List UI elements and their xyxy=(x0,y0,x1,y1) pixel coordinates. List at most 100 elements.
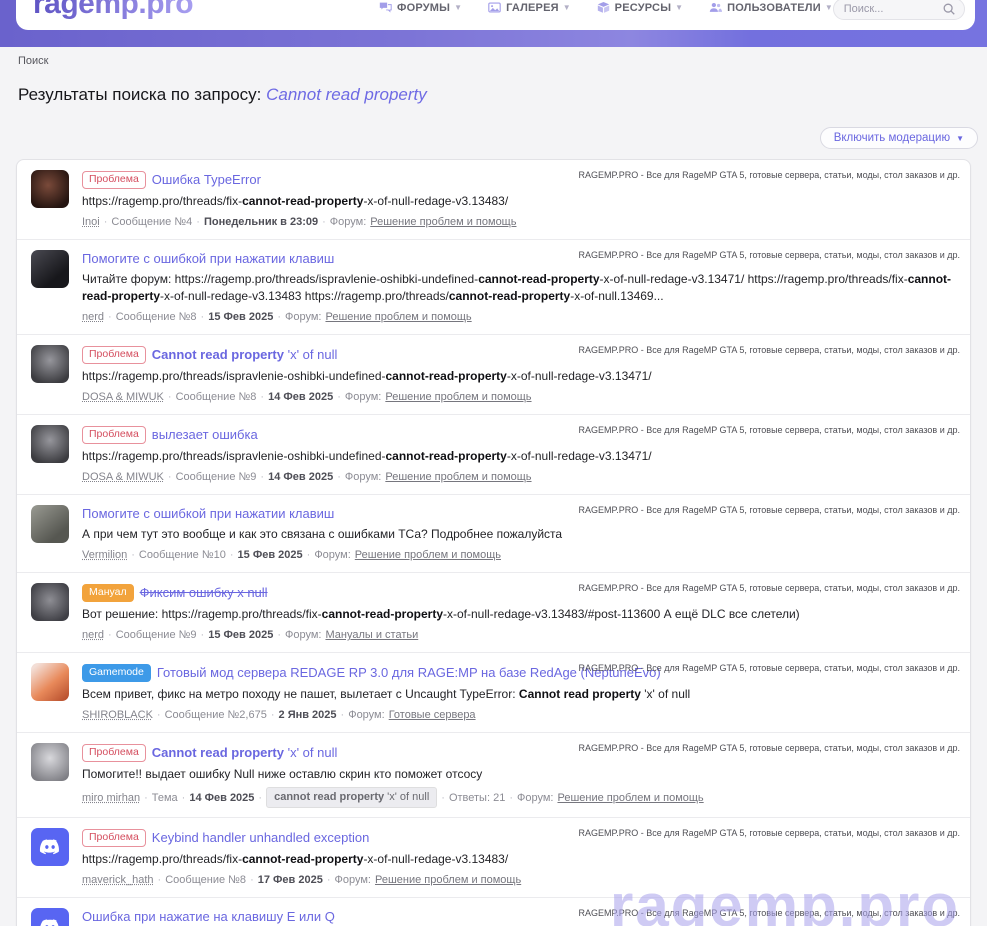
result-snippet: А при чем тут это вообще и как это связа… xyxy=(82,526,958,543)
promo-text: RAGEMP.PRO - Все для RageMP GTA 5, готов… xyxy=(578,583,960,593)
result-meta: Inoi·Сообщение №4·Понедельник в 23:09·Фо… xyxy=(82,214,958,230)
result-date: 14 Фев 2025 xyxy=(189,790,254,806)
result-avatar-vermilion[interactable] xyxy=(31,505,69,543)
chevron-down-icon: ▼ xyxy=(675,3,683,12)
result-meta: maverick_hath·Сообщение №8·17 Фев 2025·Ф… xyxy=(82,872,958,888)
result-forum-link[interactable]: Решение проблем и помощь xyxy=(355,547,501,563)
chevron-down-icon: ▼ xyxy=(454,3,462,12)
result-snippet: https://ragemp.pro/threads/ispravlenie-o… xyxy=(82,368,958,385)
result-forum-link[interactable]: Мануалы и статьи xyxy=(325,627,418,643)
result-forum-link[interactable]: Решение проблем и помощь xyxy=(385,469,531,485)
result-meta-text: Сообщение №9 xyxy=(116,627,197,643)
result-avatar-dosa[interactable] xyxy=(31,425,69,463)
resources-icon xyxy=(597,1,610,14)
nav-item-label: ПОЛЬЗОВАТЕЛИ xyxy=(727,2,821,14)
result-avatar-discord[interactable] xyxy=(31,828,69,866)
result-meta: DOSA & MIWUK·Сообщение №8·14 Фев 2025·Фо… xyxy=(82,389,958,405)
forum-label: Форум: xyxy=(330,214,366,230)
result-meta: miro mirhan·Тема·14 Фев 2025·cannot read… xyxy=(82,787,958,808)
users-icon xyxy=(709,1,722,14)
result-meta: Vermilion·Сообщение №10·15 Фев 2025·Фору… xyxy=(82,547,958,563)
result-title-link[interactable]: Cannot read property 'x' of null xyxy=(152,347,338,363)
result-forum-link[interactable]: Решение проблем и помощь xyxy=(370,214,516,230)
result-tag[interactable]: cannot read property 'x' of null xyxy=(266,787,437,808)
result-row: Проблема Keybind handler unhandled excep… xyxy=(17,818,970,898)
result-author-link[interactable]: DOSA & MIWUK xyxy=(82,469,164,485)
result-badge: Мануал xyxy=(82,584,134,602)
result-snippet: https://ragemp.pro/threads/fix-cannot-re… xyxy=(82,851,958,868)
result-row: Ошибка при нажатие на клавишу E или Q th… xyxy=(17,898,970,926)
result-snippet: Читайте форум: https://ragemp.pro/thread… xyxy=(82,271,958,305)
result-avatar-dosa[interactable] xyxy=(31,345,69,383)
result-avatar-discord[interactable] xyxy=(31,908,69,926)
result-title-link[interactable]: Cannot read property 'x' of null xyxy=(152,745,338,761)
result-meta: nerd·Сообщение №8·15 Фев 2025·Форум:Реше… xyxy=(82,309,958,325)
result-badge: Проблема xyxy=(82,346,146,364)
promo-text: RAGEMP.PRO - Все для RageMP GTA 5, готов… xyxy=(578,425,960,435)
result-avatar-shiro[interactable] xyxy=(31,663,69,701)
result-date: 15 Фев 2025 xyxy=(208,627,273,643)
result-row: Проблема вылезает ошибка https://ragemp.… xyxy=(17,415,970,495)
result-date: 15 Фев 2025 xyxy=(238,547,303,563)
result-title-link[interactable]: Keybind handler unhandled exception xyxy=(152,830,370,846)
result-row: Gamemode Готовый мод сервера REDAGE RP 3… xyxy=(17,653,970,733)
result-title-link[interactable]: Помогите с ошибкой при нажатии клавиш xyxy=(82,506,334,522)
result-snippet: Вот решение: https://ragemp.pro/threads/… xyxy=(82,606,958,623)
result-author-link[interactable]: Vermilion xyxy=(82,547,127,563)
nav-item-4[interactable]: ПОЛЬЗОВАТЕЛИ ▼ xyxy=(709,1,833,14)
result-avatar-inoi[interactable] xyxy=(31,170,69,208)
main-nav: ФОРУМЫ▼ГАЛЕРЕЯ▼РЕСУРСЫ▼ПОЛЬЗОВАТЕЛИ▼ xyxy=(379,1,833,14)
result-forum-link[interactable]: Решение проблем и помощь xyxy=(385,389,531,405)
site-logo[interactable]: ragemp.pro xyxy=(33,0,193,21)
search-results-list: Проблема Ошибка TypeError https://ragemp… xyxy=(16,159,971,926)
result-title-link[interactable]: Ошибка TypeError xyxy=(152,172,261,188)
search-input[interactable] xyxy=(844,3,942,15)
result-title-link[interactable]: Фиксим ошибку x null xyxy=(140,585,268,601)
nav-item-3[interactable]: РЕСУРСЫ▼ xyxy=(597,1,683,14)
search-icon[interactable] xyxy=(942,2,956,16)
result-author-link[interactable]: maverick_hath xyxy=(82,872,154,888)
result-author-link[interactable]: miro mirhan xyxy=(82,790,140,806)
enable-moderation-button[interactable]: Включить модерацию▼ xyxy=(820,127,978,149)
result-forum-link[interactable]: Решение проблем и помощь xyxy=(557,790,703,806)
result-author-link[interactable]: Inoi xyxy=(82,214,100,230)
breadcrumb[interactable]: Поиск xyxy=(18,55,987,67)
result-title-link[interactable]: Ошибка при нажатие на клавишу E или Q xyxy=(82,909,335,925)
result-forum-link[interactable]: Решение проблем и помощь xyxy=(325,309,471,325)
chevron-down-icon: ▼ xyxy=(825,3,833,12)
result-author-link[interactable]: nerd xyxy=(82,627,104,643)
result-forum-link[interactable]: Решение проблем и помощь xyxy=(375,872,521,888)
result-avatar-nerd[interactable] xyxy=(31,250,69,288)
result-author-link[interactable]: DOSA & MIWUK xyxy=(82,389,164,405)
result-row: Проблема Cannot read property 'x' of nul… xyxy=(17,733,970,818)
promo-text: RAGEMP.PRO - Все для RageMP GTA 5, готов… xyxy=(578,828,960,838)
nav-item-2[interactable]: ГАЛЕРЕЯ▼ xyxy=(488,1,571,14)
result-meta-text: Сообщение №4 xyxy=(111,214,192,230)
page-title: Результаты поиска по запросу: Cannot rea… xyxy=(18,85,987,105)
result-avatar-miro[interactable] xyxy=(31,743,69,781)
promo-text: RAGEMP.PRO - Все для RageMP GTA 5, готов… xyxy=(578,663,960,673)
nav-item-label: ГАЛЕРЕЯ xyxy=(506,2,559,14)
result-meta: SHIROBLACK·Сообщение №2,675·2 Янв 2025·Ф… xyxy=(82,707,958,723)
result-row: Проблема Cannot read property 'x' of nul… xyxy=(17,335,970,415)
result-snippet: https://ragemp.pro/threads/ispravlenie-o… xyxy=(82,448,958,465)
header-card: ragemp.pro ФОРУМЫ▼ГАЛЕРЕЯ▼РЕСУРСЫ▼ПОЛЬЗО… xyxy=(16,0,975,30)
header-search[interactable] xyxy=(833,0,965,20)
promo-text: RAGEMP.PRO - Все для RageMP GTA 5, готов… xyxy=(578,250,960,260)
forum-label: Форум: xyxy=(314,547,350,563)
result-row: Проблема Ошибка TypeError https://ragemp… xyxy=(17,160,970,240)
discord-icon xyxy=(37,834,63,860)
forum-label: Форум: xyxy=(345,389,381,405)
result-author-link[interactable]: nerd xyxy=(82,309,104,325)
result-badge: Проблема xyxy=(82,744,146,762)
result-row: Помогите с ошибкой при нажатии клавиш А … xyxy=(17,495,970,573)
result-forum-link[interactable]: Готовые сервера xyxy=(389,707,476,723)
nav-item-1[interactable]: ФОРУМЫ▼ xyxy=(379,1,462,14)
result-title-link[interactable]: вылезает ошибка xyxy=(152,427,258,443)
result-title-link[interactable]: Помогите с ошибкой при нажатии клавиш xyxy=(82,251,334,267)
result-avatar-nerd2[interactable] xyxy=(31,583,69,621)
result-snippet: Помогите!! выдает ошибку Null ниже остав… xyxy=(82,766,958,783)
gallery-icon xyxy=(488,1,501,14)
result-badge: Проблема xyxy=(82,829,146,847)
result-author-link[interactable]: SHIROBLACK xyxy=(82,707,153,723)
